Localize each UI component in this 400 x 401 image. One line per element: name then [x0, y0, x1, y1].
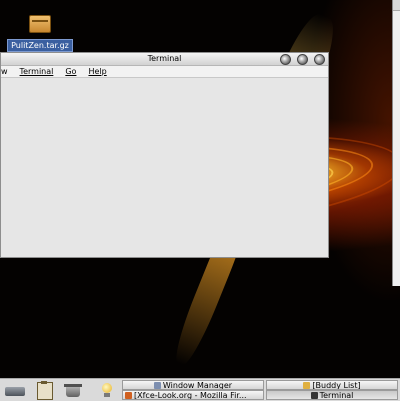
- taskbar-button-buddy-list[interactable]: [Buddy List]: [266, 380, 398, 390]
- bottom-panel: Window Manager [Xfce-Look.org - Mozilla …: [0, 378, 400, 401]
- browser-icon: [125, 392, 132, 399]
- taskbar-label: Terminal: [319, 391, 354, 400]
- close-icon[interactable]: [314, 54, 325, 65]
- desktop-icon-label: PulitZen.tar.gz: [7, 39, 73, 52]
- tarball-icon: [29, 15, 51, 33]
- settings-icon: [153, 382, 161, 389]
- taskbar-button-terminal[interactable]: Terminal: [266, 390, 398, 400]
- desktop-icon-pulitzen[interactable]: PulitZen.tar.gz: [6, 15, 74, 52]
- taskbar-label: [Buddy List]: [312, 381, 361, 390]
- drive-icon[interactable]: [4, 382, 26, 398]
- taskbar-button-window-manager[interactable]: Window Manager: [122, 380, 264, 390]
- offscreen-window-titlebar[interactable]: [393, 0, 400, 11]
- minimize-icon[interactable]: [280, 54, 291, 65]
- buddy-icon: [303, 382, 311, 389]
- menu-item-window[interactable]: w: [1, 66, 8, 77]
- offscreen-window-edge[interactable]: [392, 0, 400, 286]
- taskbar-label: Window Manager: [162, 381, 233, 390]
- terminal-body[interactable]: [1, 77, 328, 257]
- trash-icon[interactable]: [62, 382, 84, 398]
- clipboard-icon[interactable]: [33, 381, 55, 400]
- menu-item-terminal[interactable]: Terminal: [20, 66, 54, 77]
- terminal-window[interactable]: Terminal w Terminal Go Help: [0, 52, 329, 258]
- taskbar-button-browser[interactable]: [Xfce-Look.org - Mozilla Fir...: [122, 390, 264, 400]
- menu-item-help[interactable]: Help: [88, 66, 106, 77]
- lightbulb-icon[interactable]: [96, 382, 118, 398]
- terminal-icon: [310, 392, 318, 399]
- menu-item-go[interactable]: Go: [65, 66, 76, 77]
- terminal-titlebar[interactable]: Terminal: [1, 53, 328, 66]
- taskbar-label: [Xfce-Look.org - Mozilla Fir...: [134, 391, 247, 400]
- maximize-icon[interactable]: [297, 54, 308, 65]
- window-title: Terminal: [147, 54, 182, 63]
